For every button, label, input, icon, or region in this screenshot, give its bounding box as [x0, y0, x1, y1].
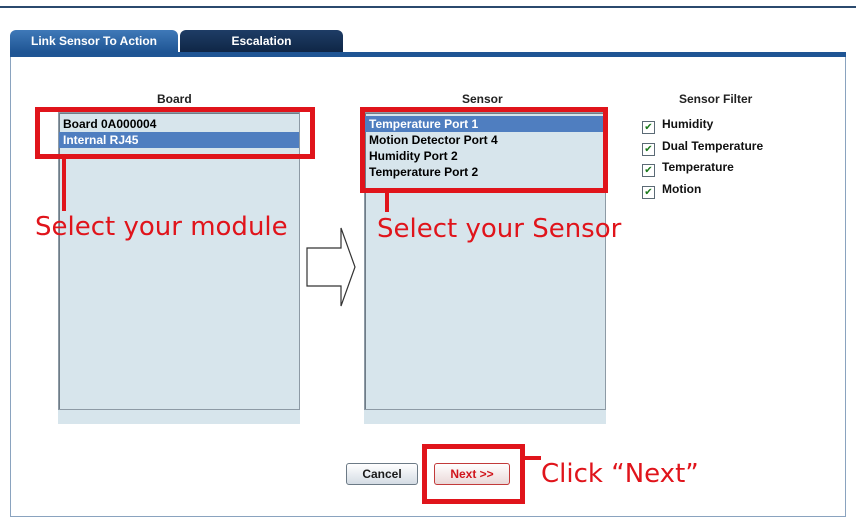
filter-motion[interactable]: ✔ Motion — [642, 182, 701, 199]
click-next-annotation: Click “Next” — [541, 459, 699, 489]
filter-label: Motion — [662, 182, 702, 196]
filter-label: Humidity — [662, 117, 714, 131]
filter-label: Temperature — [662, 160, 734, 174]
checkbox-checked-icon[interactable]: ✔ — [642, 186, 655, 199]
sensor-highlight-box — [360, 107, 608, 193]
sensor-pointer-line — [385, 192, 389, 212]
checkbox-checked-icon[interactable]: ✔ — [642, 121, 655, 134]
sensor-filter-title: Sensor Filter — [679, 92, 753, 106]
board-title: Board — [157, 92, 192, 106]
cancel-button[interactable]: Cancel — [346, 463, 418, 485]
filter-label: Dual Temperature — [662, 139, 764, 153]
checkbox-checked-icon[interactable]: ✔ — [642, 164, 655, 177]
module-highlight-box — [35, 107, 315, 159]
sensor-listbox-footer — [364, 410, 606, 424]
top-rule — [0, 6, 856, 8]
checkbox-checked-icon[interactable]: ✔ — [642, 143, 655, 156]
filter-dual-temperature[interactable]: ✔ Dual Temperature — [642, 139, 763, 156]
select-sensor-annotation: Select your Sensor — [377, 214, 622, 244]
right-arrow-icon — [306, 227, 356, 307]
tab-link-sensor-to-action[interactable]: Link Sensor To Action — [10, 30, 178, 52]
tab-escalation[interactable]: Escalation — [180, 30, 343, 52]
next-pointer-line — [523, 456, 541, 460]
filter-humidity[interactable]: ✔ Humidity — [642, 117, 713, 134]
filter-temperature[interactable]: ✔ Temperature — [642, 160, 734, 177]
board-listbox-footer — [58, 410, 300, 424]
module-pointer-line — [62, 158, 66, 211]
sensor-title: Sensor — [462, 92, 503, 106]
next-highlight-box — [422, 444, 525, 504]
select-module-annotation: Select your module — [35, 212, 288, 242]
